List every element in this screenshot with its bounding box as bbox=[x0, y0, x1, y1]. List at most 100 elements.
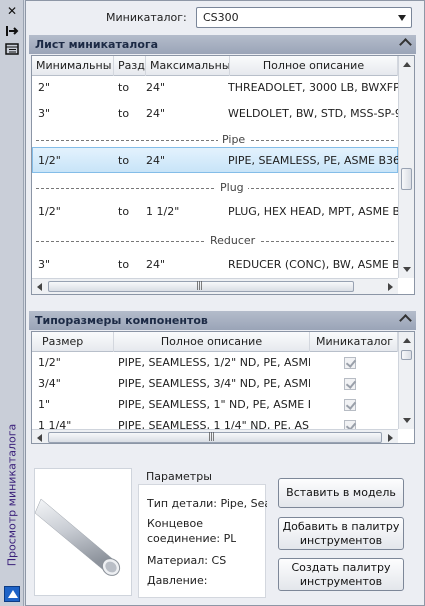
minicatalog-checkbox[interactable] bbox=[344, 394, 364, 415]
cell-max: 24" bbox=[146, 154, 166, 167]
table-row[interactable]: 3/4" PIPE, SEAMLESS, 3/4" ND, PE, ASME bbox=[32, 373, 398, 394]
cell-sep: to bbox=[118, 205, 130, 218]
component-sizes-vscroll[interactable] bbox=[398, 332, 414, 429]
cell-sep: to bbox=[118, 154, 130, 167]
component-sizes-hscroll[interactable]: ||| bbox=[32, 429, 398, 443]
catalog-sheet-grid: Минимальны Разд Максимальны Полное описа… bbox=[31, 55, 415, 295]
cell-description: PIPE, SEAMLESS, PE, ASME B36.1 bbox=[228, 154, 398, 167]
group-separator: Reducer bbox=[32, 228, 398, 254]
catalog-sheet-hscroll[interactable]: ||| bbox=[32, 278, 398, 294]
catalog-selector-row: Миникаталог: CS300 bbox=[26, 7, 424, 29]
scroll-left-icon[interactable] bbox=[37, 283, 42, 291]
scroll-right-icon[interactable] bbox=[388, 434, 393, 442]
group-label: Plug bbox=[216, 175, 248, 201]
table-row-selected[interactable]: 1/2" to 24" PIPE, SEAMLESS, PE, ASME B36… bbox=[32, 147, 398, 173]
cell-min: 1/2" bbox=[38, 205, 61, 218]
component-sizes-columns: Размер Полное описание Миникаталог bbox=[32, 332, 398, 352]
cell-max: 24" bbox=[146, 107, 166, 120]
cell-max: 24" bbox=[146, 81, 166, 94]
add-to-tool-palette-button[interactable]: Добавить в палитру инструментов bbox=[278, 517, 404, 550]
group-separator: Plug bbox=[32, 175, 398, 201]
minicatalog-checkbox[interactable] bbox=[344, 352, 364, 373]
scroll-thumb[interactable] bbox=[48, 432, 382, 443]
scroll-down-icon[interactable] bbox=[403, 418, 411, 423]
cell-description: REDUCER (CONC), BW, ASME B1 bbox=[228, 258, 398, 271]
cell-description: THREADOLET, 3000 LB, BWXFPT, bbox=[228, 81, 398, 94]
column-separator[interactable]: Разд bbox=[114, 56, 146, 76]
minicatalog-checkbox[interactable] bbox=[344, 373, 364, 394]
cell-size: 3/4" bbox=[38, 377, 61, 390]
scroll-thumb[interactable] bbox=[401, 350, 412, 360]
column-description[interactable]: Полное описание bbox=[230, 56, 398, 76]
main-panel: Миникаталог: CS300 Лист миникаталога Мин… bbox=[25, 0, 425, 606]
cell-description: PIPE, SEAMLESS, 3/4" ND, PE, ASME bbox=[118, 377, 310, 390]
collapse-icon[interactable] bbox=[399, 314, 412, 327]
component-params-panel: Тип детали: Pipe, Sear Концевое соединен… bbox=[138, 484, 267, 598]
cell-description: PIPE, SEAMLESS, 1 1/4" ND, PE, ASM bbox=[118, 419, 310, 429]
end-connection-value: соединение: PL bbox=[147, 532, 237, 545]
catalog-sheet-title: Лист миникаталога bbox=[35, 38, 159, 51]
pipe-preview-icon bbox=[34, 498, 121, 576]
catalog-sheet-vscroll[interactable] bbox=[398, 56, 414, 278]
cell-min: 3" bbox=[38, 107, 51, 120]
cell-description: PLUG, HEX HEAD, MPT, ASME B1 bbox=[228, 205, 398, 218]
scroll-thumb[interactable] bbox=[401, 168, 412, 190]
properties-icon[interactable] bbox=[5, 42, 19, 56]
part-type: Тип детали: Pipe, Sear bbox=[147, 497, 267, 510]
cell-min: 1/2" bbox=[38, 154, 61, 167]
cell-size: 1/2" bbox=[38, 356, 61, 369]
autodesk-logo-icon[interactable] bbox=[4, 586, 20, 602]
end-connection-label: Концевое bbox=[147, 517, 203, 530]
cell-description: PIPE, SEAMLESS, 1/2" ND, PE, ASME bbox=[118, 356, 310, 369]
cell-sep: to bbox=[118, 258, 130, 271]
group-label: Reducer bbox=[206, 228, 260, 254]
create-tool-palette-button[interactable]: Создать палитру инструментов bbox=[278, 558, 404, 591]
palette-title-strip: ✕ Просмотр миникаталога bbox=[0, 0, 24, 606]
pressure: Давление: bbox=[147, 574, 208, 587]
catalog-sheet-header[interactable]: Лист миникаталога bbox=[29, 35, 416, 54]
cell-size: 1 1/4" bbox=[38, 419, 72, 429]
chevron-down-icon[interactable] bbox=[398, 15, 406, 21]
cell-sep: to bbox=[118, 107, 130, 120]
component-sizes-title: Типоразмеры компонентов bbox=[35, 314, 208, 327]
column-max[interactable]: Максимальны bbox=[146, 56, 230, 76]
material: Материал: CS bbox=[147, 554, 227, 567]
table-row[interactable]: 2" to 24" THREADOLET, 3000 LB, BWXFPT, bbox=[32, 75, 398, 101]
cell-description: WELDOLET, BW, STD, MSS-SP-97 bbox=[228, 107, 398, 120]
collapse-icon[interactable] bbox=[399, 38, 412, 51]
column-min[interactable]: Минимальны bbox=[32, 56, 114, 76]
cell-max: 24" bbox=[146, 258, 166, 271]
cell-min: 2" bbox=[38, 81, 51, 94]
component-preview bbox=[34, 468, 132, 596]
catalog-label: Миникаталог: bbox=[106, 11, 187, 24]
close-icon[interactable]: ✕ bbox=[5, 4, 19, 18]
column-description[interactable]: Полное описание bbox=[114, 332, 310, 352]
table-row[interactable]: 1" PIPE, SEAMLESS, 1" ND, PE, ASME B bbox=[32, 394, 398, 415]
table-row[interactable]: 3" to 24" WELDOLET, BW, STD, MSS-SP-97 bbox=[32, 101, 398, 127]
catalog-sheet-columns: Минимальны Разд Максимальны Полное описа… bbox=[32, 56, 398, 76]
component-sizes-grid: Размер Полное описание Миникаталог 1/2" … bbox=[31, 331, 415, 444]
catalog-dropdown-value: CS300 bbox=[203, 11, 239, 24]
insert-into-model-button[interactable]: Вставить в модель bbox=[278, 478, 404, 508]
component-sizes-header[interactable]: Типоразмеры компонентов bbox=[29, 311, 416, 330]
scroll-down-icon[interactable] bbox=[403, 267, 411, 272]
table-row[interactable]: 1/2" PIPE, SEAMLESS, 1/2" ND, PE, ASME bbox=[32, 352, 398, 373]
scroll-right-icon[interactable] bbox=[388, 283, 393, 291]
cell-min: 3" bbox=[38, 258, 51, 271]
column-minicatalog[interactable]: Миникаталог bbox=[310, 332, 398, 352]
cell-sep: to bbox=[118, 81, 130, 94]
cell-size: 1" bbox=[38, 398, 51, 411]
table-row[interactable]: 3" to 24" REDUCER (CONC), BW, ASME B1 bbox=[32, 252, 398, 278]
cell-description: PIPE, SEAMLESS, 1" ND, PE, ASME B bbox=[118, 398, 310, 411]
minicatalog-checkbox[interactable] bbox=[344, 415, 364, 429]
column-size[interactable]: Размер bbox=[32, 332, 114, 352]
catalog-dropdown[interactable]: CS300 bbox=[196, 7, 412, 28]
table-row[interactable]: 1 1/4" PIPE, SEAMLESS, 1 1/4" ND, PE, AS… bbox=[32, 415, 398, 429]
scroll-up-icon[interactable] bbox=[403, 62, 411, 67]
auto-hide-icon[interactable] bbox=[5, 24, 19, 38]
scroll-up-icon[interactable] bbox=[403, 338, 411, 343]
table-row[interactable]: 1/2" to 1 1/2" PLUG, HEX HEAD, MPT, ASME… bbox=[32, 199, 398, 225]
scroll-left-icon[interactable] bbox=[37, 434, 42, 442]
cell-max: 1 1/2" bbox=[146, 205, 180, 218]
palette-title: Просмотр миникаталога bbox=[5, 423, 19, 567]
